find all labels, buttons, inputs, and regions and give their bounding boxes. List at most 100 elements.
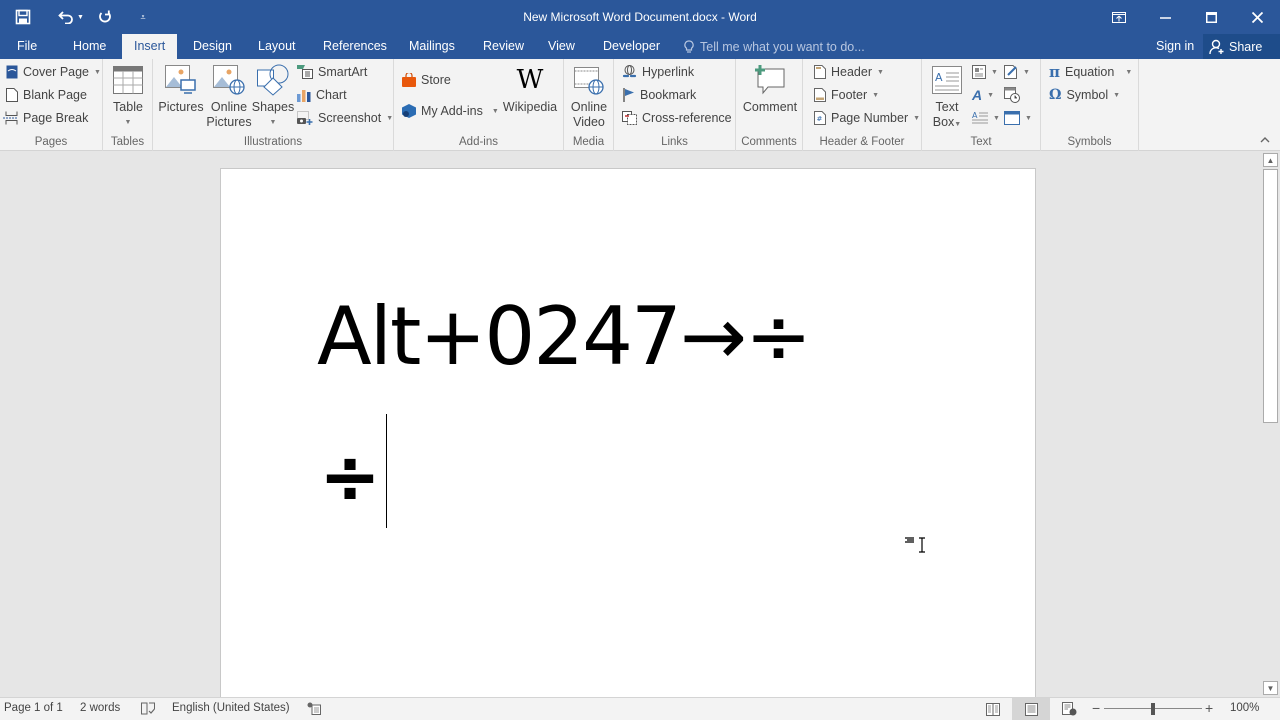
web-layout-button[interactable] (1050, 698, 1088, 720)
zoom-level[interactable]: 100% (1230, 698, 1259, 720)
chevron-up-icon (1260, 137, 1270, 143)
wikipedia-button[interactable]: W Wikipedia (501, 63, 559, 115)
quick-parts-button[interactable]: ▼ (972, 62, 998, 82)
sign-in-link[interactable]: Sign in (1150, 34, 1200, 59)
close-button[interactable] (1234, 0, 1280, 34)
maximize-button[interactable] (1188, 0, 1234, 34)
group-comments: Comment Comments (736, 59, 803, 151)
signature-line-icon (1004, 65, 1017, 79)
zoom-in-button[interactable]: + (1205, 698, 1213, 720)
online-pictures-icon (213, 65, 245, 95)
smartart-button[interactable]: SmartArt (297, 62, 367, 82)
drop-cap-icon: A (972, 111, 988, 124)
date-time-button[interactable] (1004, 85, 1020, 105)
svg-text:A: A (972, 111, 978, 120)
group-label-pages: Pages (34, 136, 68, 148)
zoom-slider-thumb[interactable] (1151, 703, 1155, 715)
ribbon-display-options-button[interactable] (1096, 0, 1142, 34)
tab-home[interactable]: Home (61, 34, 118, 59)
tab-review[interactable]: Review (471, 34, 536, 59)
symbol-button[interactable]: Ω Symbol ▼ (1049, 85, 1120, 105)
undo-dropdown-icon[interactable]: ▼ (77, 14, 84, 21)
window-title: New Microsoft Word Document.docx - Word (523, 10, 757, 24)
document-page[interactable]: Alt+0247→÷ ÷ (220, 168, 1036, 697)
proofing-button[interactable] (141, 702, 155, 720)
tab-developer[interactable]: Developer (591, 34, 672, 59)
minimize-icon (1159, 16, 1171, 19)
online-video-button[interactable]: Online Video (569, 63, 609, 130)
undo-icon (58, 11, 73, 24)
wordart-button[interactable]: A ▼ (972, 85, 994, 105)
tab-mailings[interactable]: Mailings (397, 34, 467, 59)
shapes-button[interactable]: Shapes ▼ (252, 63, 294, 130)
scroll-thumb[interactable] (1263, 169, 1278, 423)
group-symbols: π Equation ▼ Ω Symbol ▼ Symbols (1041, 59, 1139, 151)
tab-insert[interactable]: Insert (122, 34, 178, 59)
word-count[interactable]: 2 words (80, 698, 120, 720)
minimize-button[interactable] (1142, 0, 1188, 34)
group-label-symbols: Symbols (1067, 136, 1112, 148)
status-bar: Page 1 of 1 2 words English (United Stat… (0, 697, 1280, 720)
tab-design[interactable]: Design (181, 34, 244, 59)
zoom-out-button[interactable]: − (1092, 698, 1100, 720)
blank-page-button[interactable]: Blank Page (6, 85, 87, 105)
tab-layout[interactable]: Layout (246, 34, 308, 59)
tell-me-search[interactable]: Tell me what you want to do... (684, 34, 865, 59)
page-number-icon: # (814, 111, 826, 125)
pictures-button[interactable]: Pictures (158, 63, 204, 115)
my-addins-button[interactable]: My Add-ins ▼ (402, 101, 499, 121)
drop-cap-button[interactable]: A ▼ (972, 108, 1000, 128)
macro-recording-button[interactable] (307, 702, 321, 720)
store-button[interactable]: Store (402, 70, 451, 90)
mouse-ibeam-cursor (905, 535, 945, 555)
insert-object-button[interactable]: ▼ (1004, 108, 1032, 128)
page-break-button[interactable]: Page Break (3, 108, 88, 128)
table-dropdown-icon: ▼ (124, 119, 132, 126)
redo-button[interactable] (90, 2, 120, 32)
share-person-icon (1209, 39, 1224, 54)
table-button[interactable]: Table ▼ (111, 63, 145, 130)
collapse-ribbon-button[interactable] (1260, 134, 1270, 146)
print-layout-button[interactable] (1012, 698, 1050, 720)
scroll-up-button[interactable]: ▲ (1263, 153, 1278, 167)
ibeam-cursor-icon (905, 537, 925, 553)
redo-icon (99, 10, 111, 23)
read-mode-button[interactable] (974, 698, 1012, 720)
quick-access-toolbar: ▼ ⩡ (0, 0, 158, 34)
equation-button[interactable]: π Equation ▼ (1049, 62, 1132, 82)
shapes-icon (257, 64, 289, 96)
page-count[interactable]: Page 1 of 1 (4, 698, 63, 720)
cross-reference-icon (622, 111, 637, 125)
footer-button[interactable]: Footer ▼ (814, 85, 879, 105)
vertical-scrollbar[interactable]: ▲ ▼ (1262, 151, 1280, 697)
undo-button[interactable]: ▼ (52, 2, 90, 32)
chart-button[interactable]: Chart (297, 85, 347, 105)
tab-view[interactable]: View (536, 34, 587, 59)
group-label-links: Links (661, 136, 688, 148)
tab-references[interactable]: References (311, 34, 399, 59)
smartart-icon (297, 65, 313, 79)
plus-icon: + (1205, 700, 1214, 716)
document-line-1[interactable]: Alt+0247→÷ (317, 287, 812, 387)
customize-qat-button[interactable]: ⩡ (128, 2, 158, 32)
header-button[interactable]: Header ▼ (814, 62, 884, 82)
bookmark-button[interactable]: Bookmark (623, 85, 696, 105)
share-button[interactable]: Share (1203, 34, 1280, 59)
save-button[interactable] (0, 2, 46, 32)
scroll-down-button[interactable]: ▼ (1263, 681, 1278, 695)
cover-page-button[interactable]: Cover Page ▼ (6, 62, 101, 82)
document-line-2[interactable]: ÷ (319, 437, 381, 517)
hyperlink-button[interactable]: Hyperlink (622, 62, 694, 82)
tab-file[interactable]: File (5, 34, 49, 59)
bookmark-flag-icon (623, 88, 634, 102)
signature-line-button[interactable]: ▼ (1004, 62, 1030, 82)
cross-reference-button[interactable]: Cross-reference (622, 108, 732, 128)
online-pictures-button[interactable]: Online Pictures (206, 63, 252, 130)
text-box-button[interactable]: A Text Box▼ (929, 63, 965, 132)
language-indicator[interactable]: English (United States) (172, 698, 290, 720)
new-comment-button[interactable]: Comment (740, 63, 800, 115)
screenshot-button[interactable]: Screenshot ▼ (297, 108, 393, 128)
group-label-tables: Tables (110, 136, 145, 148)
page-number-button[interactable]: # Page Number ▼ (814, 108, 920, 128)
hyperlink-icon (622, 64, 637, 77)
